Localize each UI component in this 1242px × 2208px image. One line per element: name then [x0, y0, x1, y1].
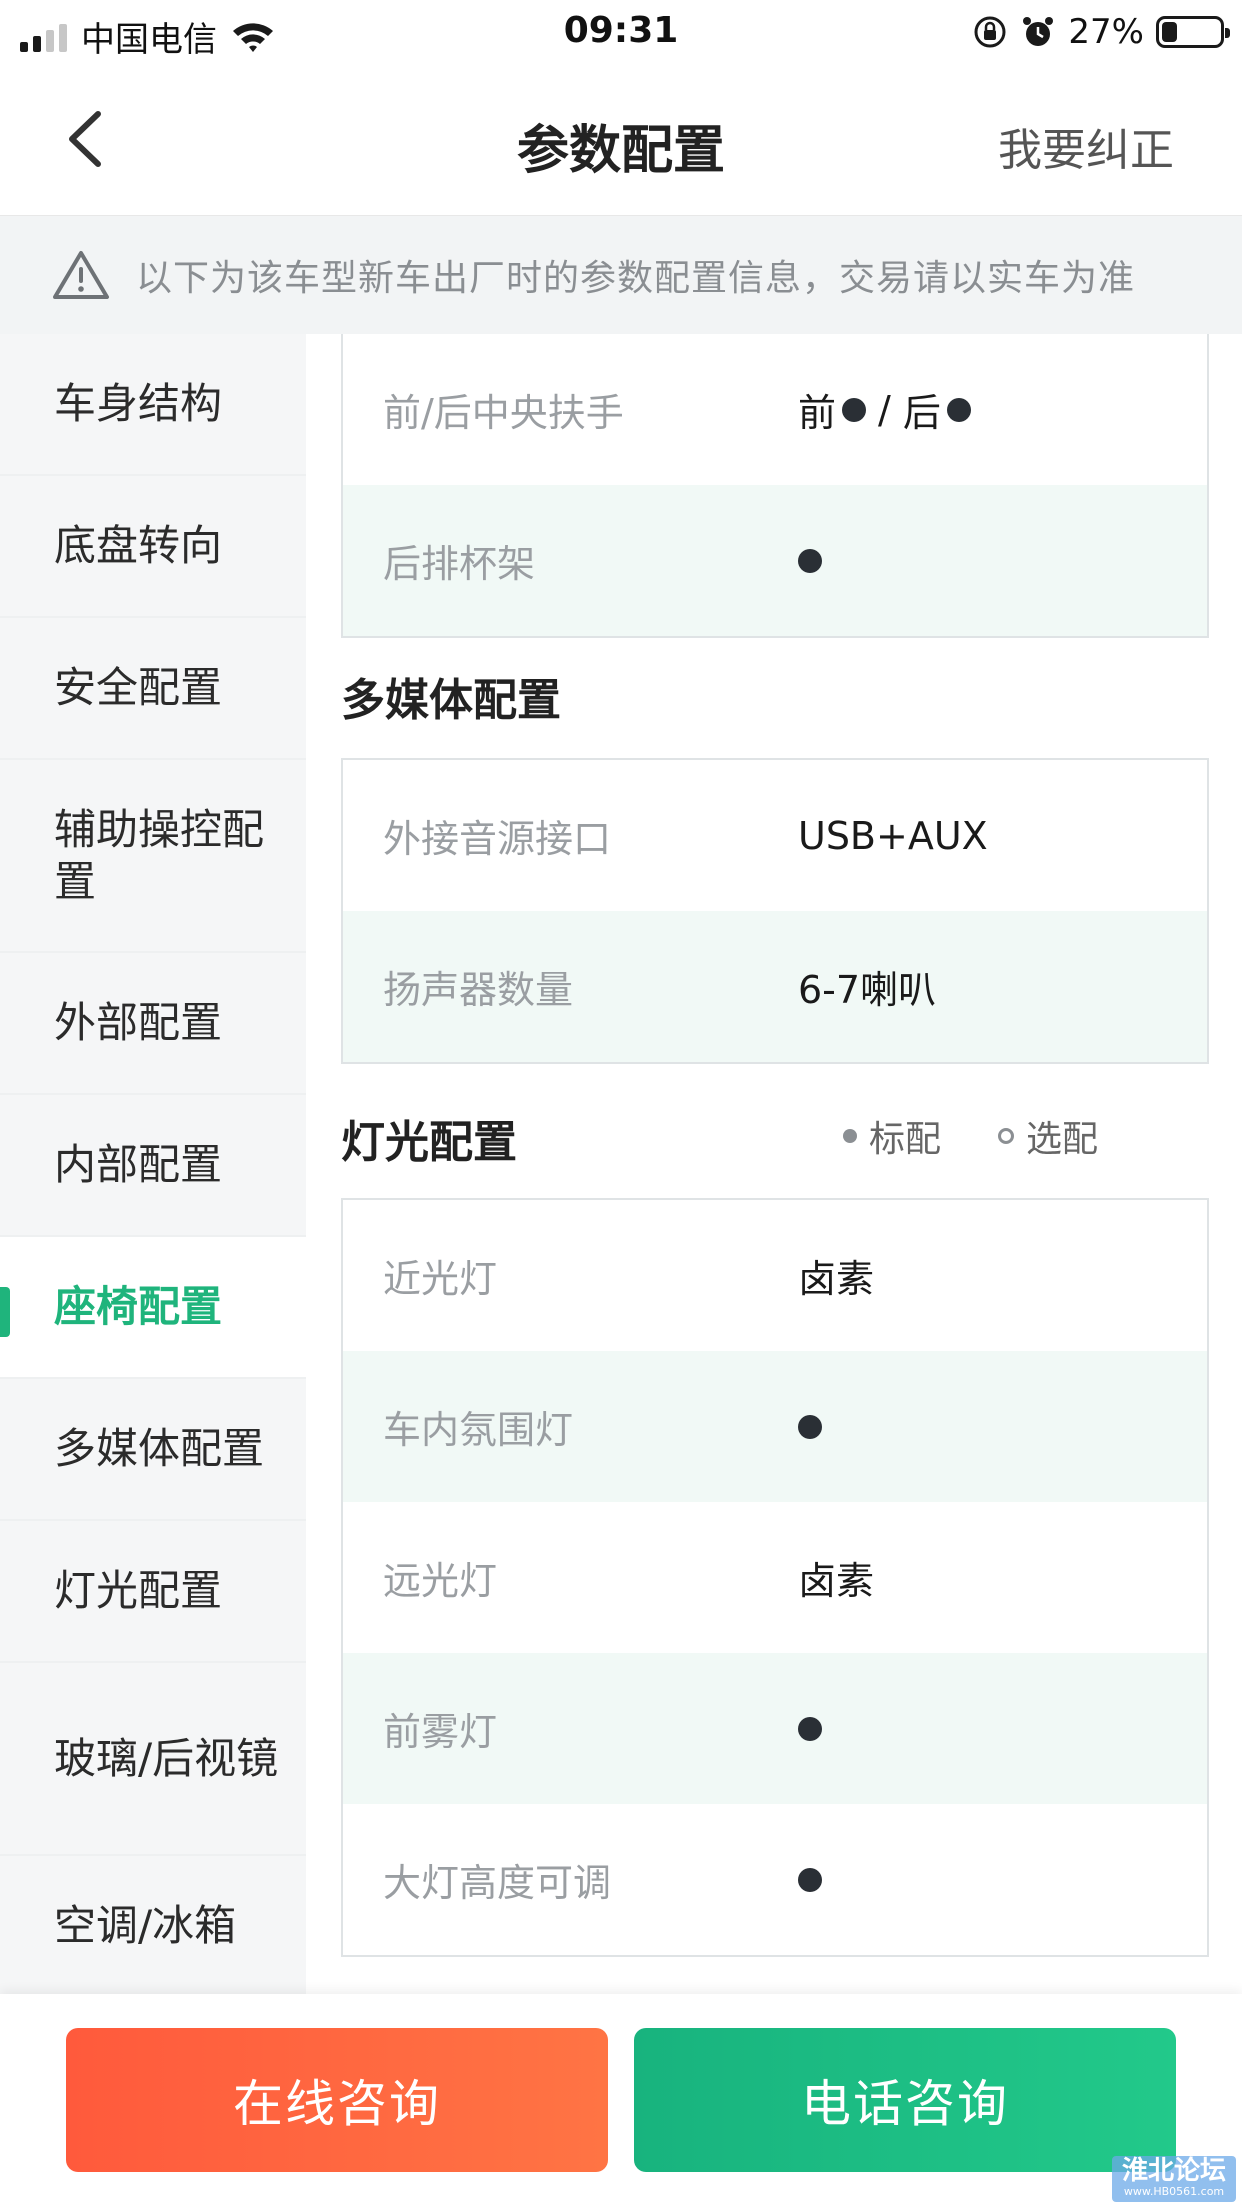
seat-config-table: 前/后中央扶手 前 / 后 后排杯架: [341, 334, 1209, 638]
row-label: 外接音源接口: [383, 817, 612, 861]
table-row: 前雾灯: [343, 1653, 1207, 1804]
bottom-action-bar: 在线咨询 电话咨询 淮北论坛 www.HB0561.com: [0, 1994, 1242, 2208]
section-title-multimedia: 多媒体配置: [341, 675, 561, 726]
notice-text: 以下为该车型新车出厂时的参数配置信息，交易请以实车为准: [136, 258, 1136, 299]
status-bar: 中国电信 09:31 27%: [0, 0, 1242, 64]
rear-label: 后: [902, 391, 941, 435]
table-row: 后排杯架: [343, 485, 1207, 636]
sidebar-item-interior[interactable]: 内部配置: [0, 1095, 306, 1237]
sidebar-item-body-structure[interactable]: 车身结构: [0, 334, 306, 476]
row-value: [798, 548, 822, 573]
forum-watermark: 淮北论坛 www.HB0561.com: [1112, 2156, 1236, 2202]
row-label: 前雾灯: [383, 1710, 498, 1754]
standard-dot-icon: [842, 397, 867, 422]
row-value: 卤素: [798, 1559, 875, 1603]
config-content[interactable]: 前/后中央扶手 前 / 后 后排杯架 多媒体配置 外接音源接口 USB+AUX …: [306, 334, 1242, 1994]
section-title-lighting: 灯光配置: [341, 1117, 517, 1168]
sidebar-item-assisted-control[interactable]: 辅助操控配置: [0, 760, 306, 953]
watermark-url: www.HB0561.com: [1123, 2185, 1225, 2198]
sidebar-item-ac-fridge[interactable]: 空调/冰箱: [0, 1856, 306, 1998]
row-label: 扬声器数量: [383, 968, 574, 1012]
row-value: 卤素: [798, 1257, 875, 1301]
standard-dot-icon: [798, 1867, 822, 1892]
table-row: 近光灯 卤素: [343, 1200, 1207, 1351]
table-row: 前/后中央扶手 前 / 后: [343, 334, 1207, 485]
alarm-icon: [1023, 17, 1054, 46]
sidebar-item-glass-mirrors[interactable]: 玻璃/后视镜: [0, 1663, 306, 1856]
notice-bar: 以下为该车型新车出厂时的参数配置信息，交易请以实车为准: [0, 216, 1242, 334]
sidebar: 车身结构 底盘转向 安全配置 辅助操控配置 外部配置 内部配置 座椅配置 多媒体…: [0, 334, 306, 1998]
sidebar-item-seats[interactable]: 座椅配置: [0, 1237, 306, 1379]
standard-dot-icon: [798, 548, 822, 573]
watermark-title: 淮北论坛: [1121, 2156, 1226, 2186]
warning-icon: [53, 251, 109, 299]
row-value: USB+AUX: [798, 813, 988, 858]
multimedia-table: 外接音源接口 USB+AUX 扬声器数量 6-7喇叭: [341, 758, 1209, 1064]
legend-standard: 标配: [843, 1110, 941, 1162]
row-label: 前/后中央扶手: [383, 391, 624, 435]
row-value: [798, 1414, 822, 1439]
nav-bar: 参数配置 我要纠正: [0, 64, 1242, 216]
battery-icon: [1156, 16, 1230, 48]
sidebar-item-lighting[interactable]: 灯光配置: [0, 1521, 306, 1663]
phone-consult-button[interactable]: 电话咨询: [634, 2028, 1176, 2172]
battery-percent: 27%: [1068, 12, 1144, 52]
battery-fill: [1162, 22, 1177, 42]
row-label: 大灯高度可调: [383, 1861, 612, 1905]
correct-button[interactable]: 我要纠正: [998, 114, 1174, 178]
optional-ring-icon: [998, 1128, 1014, 1144]
legend-optional-label: 选配: [1026, 1119, 1099, 1160]
row-value: [798, 1716, 822, 1741]
legend-standard-label: 标配: [869, 1119, 942, 1160]
row-value: 6-7喇叭: [798, 968, 937, 1012]
sidebar-item-chassis-steering[interactable]: 底盘转向: [0, 476, 306, 618]
online-consult-button[interactable]: 在线咨询: [66, 2028, 608, 2172]
legend-optional: 选配: [998, 1110, 1098, 1162]
row-value: [798, 1867, 822, 1892]
row-label: 车内氛围灯: [383, 1408, 574, 1452]
table-row: 外接音源接口 USB+AUX: [343, 760, 1207, 911]
sidebar-item-multimedia[interactable]: 多媒体配置: [0, 1379, 306, 1521]
row-label: 近光灯: [383, 1257, 498, 1301]
lighting-table: 近光灯 卤素 车内氛围灯 远光灯 卤素 前雾灯 大灯高度可调: [341, 1198, 1209, 1957]
sidebar-item-exterior[interactable]: 外部配置: [0, 953, 306, 1095]
standard-dot-icon: [798, 1716, 822, 1741]
row-value: 前 / 后: [798, 382, 971, 437]
table-row: 车内氛围灯: [343, 1351, 1207, 1502]
standard-dot-icon: [946, 397, 971, 422]
table-row: 大灯高度可调: [343, 1804, 1207, 1955]
rotation-lock-icon: [974, 16, 1006, 48]
standard-dot-icon: [798, 1414, 822, 1439]
standard-dot-icon: [843, 1129, 857, 1143]
separator: /: [878, 387, 891, 432]
sidebar-item-safety[interactable]: 安全配置: [0, 618, 306, 760]
table-row: 远光灯 卤素: [343, 1502, 1207, 1653]
table-row: 扬声器数量 6-7喇叭: [343, 911, 1207, 1062]
row-label: 后排杯架: [383, 542, 536, 586]
row-label: 远光灯: [383, 1559, 498, 1603]
status-right: 27%: [972, 12, 1230, 52]
front-label: 前: [798, 391, 837, 435]
